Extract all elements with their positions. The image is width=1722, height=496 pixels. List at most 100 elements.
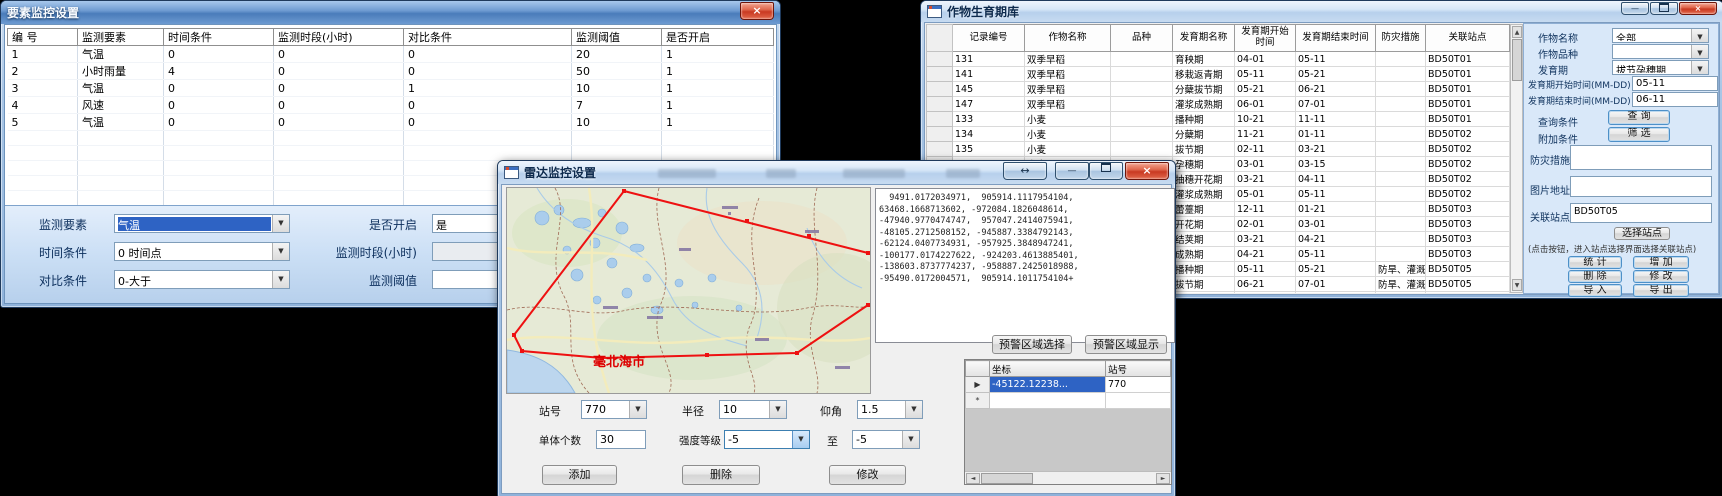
chevron-down-icon[interactable]: ▼ xyxy=(769,401,786,418)
warning-area-select-button[interactable]: 预警区域选择 xyxy=(992,335,1072,354)
image-path-field[interactable] xyxy=(1570,176,1712,197)
close-button[interactable]: × xyxy=(1679,2,1717,15)
chevron-down-icon[interactable]: ▼ xyxy=(272,271,289,288)
column-header[interactable]: 发育期结束时间 xyxy=(1296,25,1376,52)
modify-button[interactable]: 修改 xyxy=(829,465,906,485)
column-header[interactable]: 站号 xyxy=(1106,361,1171,377)
chevron-down-icon[interactable]: ▼ xyxy=(905,401,922,418)
column-header[interactable]: 监测时段(小时) xyxy=(274,29,404,46)
delete-button[interactable]: 删 除 xyxy=(1568,270,1622,283)
maximize-button[interactable] xyxy=(1650,2,1678,15)
modify-button[interactable]: 修 改 xyxy=(1633,270,1689,283)
monitor-element-combobox[interactable]: 气温 ▼ xyxy=(114,214,290,233)
scroll-right-icon[interactable]: ► xyxy=(1156,473,1170,484)
chevron-down-icon[interactable]: ▼ xyxy=(792,431,809,448)
column-header[interactable]: 作物名称 xyxy=(1025,25,1111,52)
export-button[interactable]: 导 出 xyxy=(1633,284,1689,297)
query-button[interactable]: 查 询 xyxy=(1608,110,1670,125)
minimize-button[interactable]: — xyxy=(1621,2,1649,15)
resize-button[interactable]: ↔ xyxy=(1003,162,1047,180)
stage-end-field[interactable]: 06-11 xyxy=(1632,92,1718,107)
column-header[interactable]: 对比条件 xyxy=(404,29,572,46)
column-header[interactable]: 防灾措施 xyxy=(1376,25,1426,52)
stage-combobox[interactable]: 拔节孕穗期 ▼ xyxy=(1612,60,1709,75)
column-header[interactable]: 关联站点 xyxy=(1426,25,1510,52)
filter-button[interactable]: 筛 选 xyxy=(1608,127,1670,142)
new-row[interactable]: * xyxy=(966,393,1171,409)
radius-combobox[interactable]: 10 ▼ xyxy=(719,400,787,419)
crop-variety-combobox[interactable]: ▼ xyxy=(1612,44,1709,59)
column-header[interactable]: 监测阈值 xyxy=(572,29,662,46)
vscroll-thumb[interactable] xyxy=(1512,39,1522,81)
measure-field[interactable] xyxy=(1570,145,1712,170)
table-row[interactable]: 2小时雨量400501 xyxy=(8,63,774,80)
compare-condition-combobox[interactable]: 0-大于 ▼ xyxy=(114,270,290,289)
grid-hscrollbar[interactable]: ◄ ► xyxy=(965,471,1171,484)
elevation-combobox[interactable]: 1.5 ▼ xyxy=(857,400,923,419)
table-row[interactable]: 4风速00071 xyxy=(8,97,774,114)
table-row[interactable]: 135小麦拔节期02-1103-21BD50T02 xyxy=(927,142,1510,157)
warning-area-display-button[interactable]: 预警区域显示 xyxy=(1085,335,1167,354)
chevron-down-icon[interactable]: ▼ xyxy=(902,431,919,448)
intensity-to-combobox[interactable]: -5 ▼ xyxy=(852,430,920,449)
row-selector[interactable]: ▶ xyxy=(966,377,990,393)
chevron-down-icon[interactable]: ▼ xyxy=(629,401,646,418)
scroll-up-icon[interactable]: ▲ xyxy=(1512,26,1522,38)
column-header[interactable]: 品种 xyxy=(1111,25,1173,52)
table-row[interactable]: 5气温000101 xyxy=(8,114,774,131)
row-selector[interactable]: * xyxy=(966,393,990,409)
table-cell: 07-01 xyxy=(1296,97,1376,112)
column-header[interactable]: 时间条件 xyxy=(164,29,274,46)
table-row[interactable]: 3气温001101 xyxy=(8,80,774,97)
close-button[interactable]: × xyxy=(740,2,774,20)
chevron-down-icon[interactable]: ▼ xyxy=(272,215,289,232)
station-no-combobox[interactable]: 770 ▼ xyxy=(581,400,647,419)
titlebar[interactable]: 作物生育期库 xyxy=(921,1,1722,22)
cell-count-field[interactable]: 30 xyxy=(596,430,646,449)
add-button[interactable]: 增 加 xyxy=(1633,256,1689,269)
station-cell[interactable]: 770 xyxy=(1106,377,1171,393)
column-header[interactable]: 发育期开始时间 xyxy=(1235,25,1296,52)
table-vscrollbar[interactable]: ▲ ▼ xyxy=(1510,24,1523,293)
crop-name-combobox[interactable]: 全部 ▼ xyxy=(1612,28,1709,43)
map-view[interactable]: 毫北海市 xyxy=(506,187,871,394)
maximize-button[interactable] xyxy=(1089,162,1123,180)
column-header[interactable]: 发育期名称 xyxy=(1173,25,1235,52)
table-row[interactable]: 131双季早稻育秧期04-0105-11BD50T01 xyxy=(927,52,1510,67)
column-header[interactable]: 坐标 xyxy=(990,361,1106,377)
chevron-down-icon[interactable]: ▼ xyxy=(1691,45,1708,58)
table-row[interactable]: 133小麦播种期10-2111-11BD50T01 xyxy=(927,112,1510,127)
table-row[interactable]: 1气温000201 xyxy=(8,46,774,63)
station-field[interactable]: BD50T05 xyxy=(1570,203,1712,223)
column-header[interactable]: 记录编号 xyxy=(953,25,1025,52)
chevron-down-icon[interactable]: ▼ xyxy=(272,243,289,260)
table-row[interactable]: 141双季早稻移栽返青期05-1105-21BD50T01 xyxy=(927,67,1510,82)
select-station-button[interactable]: 选择站点 xyxy=(1614,227,1670,240)
stage-start-field[interactable]: 05-11 xyxy=(1632,76,1718,91)
close-button[interactable]: × xyxy=(1125,162,1169,180)
import-button[interactable]: 导 入 xyxy=(1568,284,1622,297)
table-row[interactable]: ▶ -45122.12238... 770 xyxy=(966,377,1171,393)
station-cell[interactable] xyxy=(1106,393,1171,409)
titlebar[interactable]: 要素监控设置 xyxy=(1,1,780,24)
delete-button[interactable]: 删除 xyxy=(682,465,760,485)
column-header[interactable]: 是否开启 xyxy=(662,29,774,46)
coordinates-textarea[interactable]: 9491.0172034971, 905914.1117954104, 6346… xyxy=(875,188,1175,343)
coord-cell[interactable]: -45122.12238... xyxy=(990,377,1106,393)
intensity-combobox[interactable]: -5 ▼ xyxy=(724,430,810,449)
time-condition-combobox[interactable]: 0 时间点 ▼ xyxy=(114,242,290,261)
hscroll-thumb[interactable] xyxy=(981,473,1033,484)
stats-button[interactable]: 统 计 xyxy=(1568,256,1622,269)
table-row[interactable]: 145双季早稻分蘖拔节期05-2106-21BD50T01 xyxy=(927,82,1510,97)
table-row[interactable]: 147双季早稻灌浆成熟期06-0107-01BD50T01 xyxy=(927,97,1510,112)
minimize-button[interactable]: — xyxy=(1055,162,1089,180)
add-button[interactable]: 添加 xyxy=(542,465,617,485)
column-header[interactable]: 编 号 xyxy=(8,29,78,46)
scroll-down-icon[interactable]: ▼ xyxy=(1512,279,1522,291)
coord-cell[interactable] xyxy=(990,393,1106,409)
chevron-down-icon[interactable]: ▼ xyxy=(1691,61,1708,74)
scroll-left-icon[interactable]: ◄ xyxy=(966,473,980,484)
column-header[interactable]: 监测要素 xyxy=(78,29,164,46)
chevron-down-icon[interactable]: ▼ xyxy=(1691,29,1708,42)
table-row[interactable]: 134小麦分蘖期11-2101-11BD50T02 xyxy=(927,127,1510,142)
